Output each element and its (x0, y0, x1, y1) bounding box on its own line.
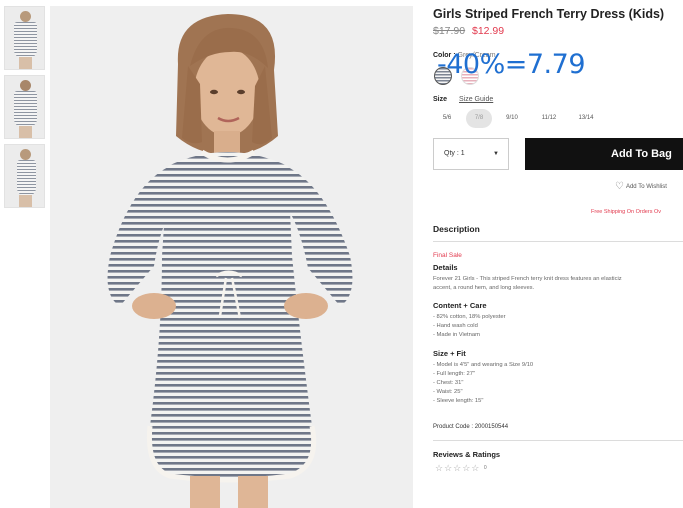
size-option-9-10[interactable]: 9/10 (501, 109, 523, 128)
care-line: - Made in Vietnam (433, 332, 480, 338)
product-title: Girls Striped French Terry Dress (Kids) (433, 7, 665, 21)
final-sale-label: Final Sale (433, 252, 462, 259)
divider (433, 440, 683, 441)
thumbnail-strip (4, 6, 46, 213)
add-to-bag-button[interactable]: Add To Bag (525, 138, 683, 170)
chevron-down-icon: ▼ (493, 151, 499, 157)
description-heading[interactable]: Description (433, 224, 480, 234)
thumbnail-figure-dress (14, 22, 37, 58)
wishlist-label: Add To Wishlist (625, 184, 667, 190)
thumbnail-figure-dress (14, 91, 37, 127)
star-outline-icon: ☆☆☆☆☆ (435, 463, 481, 473)
thumbnail-figure-head (20, 11, 31, 22)
fit-line: - Waist: 25" (433, 389, 463, 395)
thumbnail-figure-dress (17, 160, 36, 196)
size-option-7-8[interactable]: 7/8 (466, 109, 492, 128)
details-line: accent, a round hem, and long sleeves. (433, 285, 535, 291)
thumbnail-back[interactable] (4, 75, 45, 139)
product-main-image[interactable] (50, 6, 413, 508)
free-shipping-link[interactable]: Free Shipping On Orders Ov (591, 209, 661, 215)
add-to-wishlist-link[interactable]: ♡ Add To Wishlist (615, 181, 667, 192)
thumbnail-figure-head (20, 149, 31, 160)
content-care-heading: Content + Care (433, 301, 487, 310)
fit-line: - Model is 4'5" and wearing a Size 9/10 (433, 362, 534, 368)
sale-price: $12.99 (472, 25, 505, 37)
product-photo-illustration (50, 6, 413, 508)
thumbnail-figure-legs (19, 57, 32, 69)
discount-overlay-text: -40%=7.79 (437, 49, 586, 80)
size-option-13-14[interactable]: 13/14 (574, 109, 598, 128)
care-line: - 82% cotton, 18% polyester (433, 314, 506, 320)
divider (433, 241, 683, 242)
thumbnail-figure-legs (19, 195, 32, 207)
size-option-5-6[interactable]: 5/6 (437, 109, 457, 128)
care-line: - Hand wash cold (433, 323, 478, 329)
thumbnail-figure-legs (19, 126, 32, 138)
size-guide-link[interactable]: Size Guide (459, 96, 493, 103)
size-option-11-12[interactable]: 11/12 (537, 109, 561, 128)
thumbnail-front[interactable] (4, 6, 45, 70)
fit-line: - Full length: 27" (433, 371, 476, 377)
heart-outline-icon: ♡ (615, 181, 624, 192)
reviews-heading[interactable]: Reviews & Ratings (433, 450, 500, 459)
size-label: Size (433, 96, 448, 103)
thumbnail-figure-head (20, 80, 31, 91)
review-count: 0 (483, 465, 487, 471)
fit-line: - Chest: 31" (433, 380, 464, 386)
original-price: $17.90 (433, 25, 466, 37)
product-info-panel: Girls Striped French Terry Dress (Kids) … (433, 0, 683, 508)
details-line: Forever 21 Girls - This striped French t… (433, 276, 622, 282)
details-heading: Details (433, 263, 458, 272)
thumbnail-side[interactable] (4, 144, 45, 208)
fit-line: - Sleeve length: 15" (433, 398, 484, 404)
quantity-select[interactable]: Qty : 1 ▼ (433, 138, 509, 170)
quantity-value: Qty : 1 (444, 150, 465, 157)
rating-stars[interactable]: ☆☆☆☆☆ 0 (435, 463, 487, 474)
product-code: Product Code : 2000150544 (433, 424, 509, 430)
size-fit-heading: Size + Fit (433, 349, 466, 358)
